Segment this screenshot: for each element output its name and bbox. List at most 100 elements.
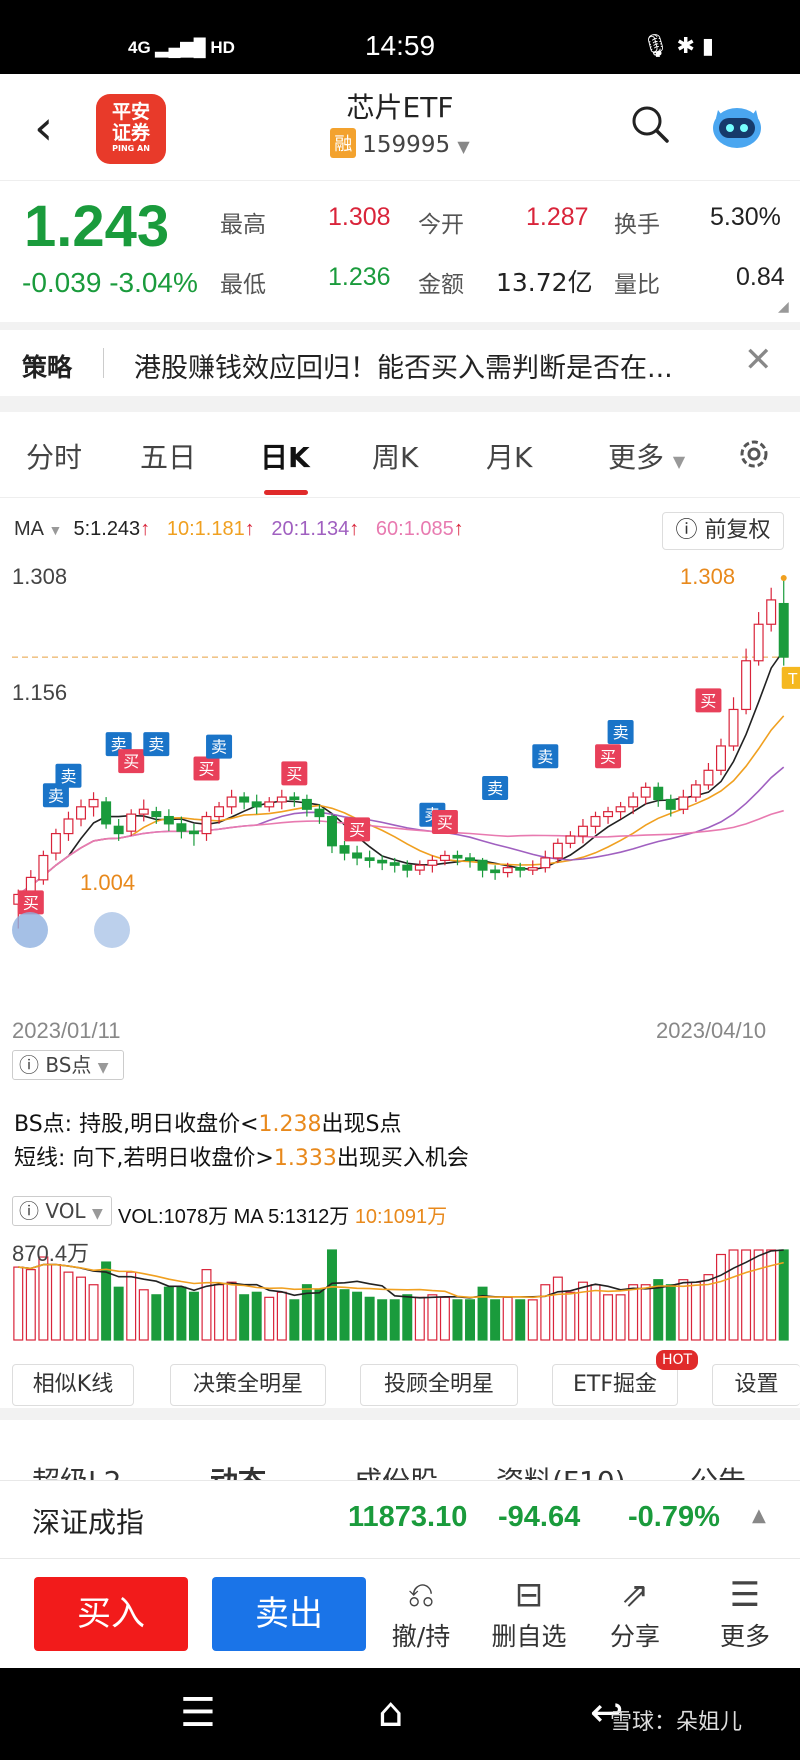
volume-bar [515, 1299, 526, 1341]
tab-more[interactable]: 更多 ▼ [608, 436, 685, 476]
cancel-hold-button[interactable]: ⎌ 撤/持 [376, 1573, 466, 1653]
buy-signal-tag: 买 [23, 893, 39, 912]
tab-intraday[interactable]: 分时 [26, 436, 82, 476]
candle-body [289, 796, 300, 801]
candle-body [741, 660, 752, 711]
home-icon[interactable]: ⌂ [378, 1690, 403, 1736]
open-value: 1.287 [526, 203, 589, 231]
buy-signal-tag: 买 [123, 752, 139, 771]
ma-legend[interactable]: MA ▼ 5:1.243↑ 10:1.181↑ 20:1.134↑ 60:1.0… [14, 518, 464, 541]
close-icon[interactable]: ✕ [744, 340, 773, 380]
advisor-star-button[interactable]: 投顾全明星 [360, 1364, 518, 1406]
security-code[interactable]: 融 159995 ▼ [0, 128, 800, 158]
date-end: 2023/04/10 [656, 1018, 767, 1043]
candle-body [326, 815, 337, 847]
assistant-robot-icon[interactable] [710, 100, 764, 152]
short-signal-text: 短线: 向下,若明日收盘价>1.333出现买入机会 [14, 1146, 469, 1171]
chevron-down-icon: ▼ [457, 137, 470, 156]
price-change: -0.039 -3.04% [22, 267, 198, 298]
bs-point-dropdown[interactable]: ⓘ BS点 ▼ [12, 1050, 124, 1080]
share-button[interactable]: ⇗ 分享 [590, 1573, 680, 1653]
volume-axis-max: 870.4万 [12, 1241, 90, 1266]
sell-button[interactable]: 卖出 [212, 1577, 366, 1651]
volume-bar [603, 1294, 614, 1341]
candle-body [214, 806, 225, 818]
volume-bar [251, 1291, 262, 1341]
volume-bar [188, 1291, 199, 1341]
candle-body [615, 806, 626, 813]
expand-corner-icon[interactable]: ◢ [778, 299, 789, 315]
kline-panel: MA ▼ 5:1.243↑ 10:1.181↑ 20:1.134↑ 60:1.0… [0, 498, 800, 1408]
tab-monthly-k[interactable]: 月K [486, 436, 532, 476]
volume-bar [690, 1281, 701, 1341]
candle-body [276, 796, 287, 803]
candle-body [502, 867, 513, 874]
decision-star-button[interactable]: 决策全明星 [170, 1364, 326, 1406]
candle-body [264, 801, 275, 808]
index-ticker[interactable]: 深证成指 11873.10 -94.64 -0.79% ▲ [0, 1480, 800, 1558]
candle-body [138, 808, 149, 815]
strategy-text: 港股赚钱效应回归！能否买入需判断是否在... [134, 353, 673, 384]
tab-five-day[interactable]: 五日 [140, 436, 196, 476]
tab-daily-k[interactable]: 日K [260, 436, 310, 476]
kline-chart[interactable]: 买卖卖卖买卖买卖买买卖买卖卖买卖买T [0, 558, 800, 958]
candle-body [101, 801, 112, 825]
date-start: 2023/01/11 [12, 1018, 121, 1043]
search-icon[interactable] [630, 104, 670, 144]
volume-bar [226, 1281, 237, 1341]
tab-holdings[interactable]: 成份股 [354, 1460, 438, 1480]
vol-indicator-dropdown[interactable]: ⓘ VOL ▼ [12, 1196, 112, 1226]
price-axis-mid: 1.156 [12, 680, 68, 705]
volume-bar [176, 1286, 187, 1341]
price-min-tag: 1.004 [80, 870, 136, 895]
candle-body [314, 808, 325, 818]
tab-weekly-k[interactable]: 周K [372, 436, 418, 476]
gear-icon[interactable] [736, 436, 772, 472]
candle-body [778, 602, 789, 658]
candle-body [339, 845, 350, 854]
volume-bar [364, 1296, 375, 1341]
settings-button[interactable]: 设置 [712, 1364, 800, 1406]
chevron-up-icon[interactable]: ▲ [752, 1505, 766, 1526]
active-tab-indicator [264, 490, 308, 495]
volume-bar [63, 1271, 74, 1341]
sell-signal-tag: 卖 [148, 735, 164, 754]
tab-announcement[interactable]: 公告 [690, 1460, 746, 1480]
index-change-pct: -0.79% [628, 1501, 720, 1533]
hot-badge: HOT [656, 1350, 699, 1370]
app-header: ‹ 平安 证券 PING AN 芯片ETF 融 159995 ▼ [0, 74, 800, 180]
candle-body [703, 769, 714, 786]
price-max-tag: 1.308 [680, 564, 736, 589]
more-button[interactable]: ☰ 更多 [700, 1573, 790, 1653]
volume-bar [126, 1271, 137, 1341]
similar-kline-button[interactable]: 相似K线 [12, 1364, 134, 1406]
candle-body [565, 835, 576, 844]
volume-chart[interactable] [0, 1234, 800, 1344]
candle-body [690, 784, 701, 798]
volume-bar [377, 1299, 388, 1341]
price-axis-top: 1.308 [12, 564, 68, 589]
candle-body [490, 869, 501, 874]
margin-badge: 融 [330, 128, 357, 158]
tab-f10[interactable]: 资料(F10) [496, 1460, 626, 1480]
recent-apps-icon[interactable]: ☰ [180, 1690, 216, 1736]
share-icon: ⇗ [620, 1575, 650, 1615]
volume-bar [665, 1284, 676, 1341]
candle-body [352, 852, 363, 859]
etf-dig-button[interactable]: ETF掘金 [552, 1364, 678, 1406]
adjust-mode-button[interactable]: ⓘ 前复权 [662, 512, 784, 550]
last-price: 1.243 [24, 194, 170, 259]
volume-bar [339, 1289, 350, 1341]
remove-watchlist-button[interactable]: ⊟ 删自选 [484, 1573, 574, 1653]
ratio-label: 量比 [614, 272, 660, 298]
buy-signal-tag: 买 [700, 691, 716, 710]
minus-square-icon: ⊟ [514, 1575, 544, 1615]
volume-bar [352, 1291, 363, 1341]
strategy-banner[interactable]: 策略 港股赚钱效应回归！能否买入需判断是否在... ✕ [0, 330, 800, 396]
volume-bar [201, 1269, 212, 1341]
index-change: -94.64 [498, 1501, 581, 1533]
tab-news[interactable]: 动态 [210, 1460, 266, 1480]
candle-body [715, 745, 726, 771]
buy-button[interactable]: 买入 [34, 1577, 188, 1651]
tab-l2[interactable]: 超级L2 [32, 1460, 121, 1480]
